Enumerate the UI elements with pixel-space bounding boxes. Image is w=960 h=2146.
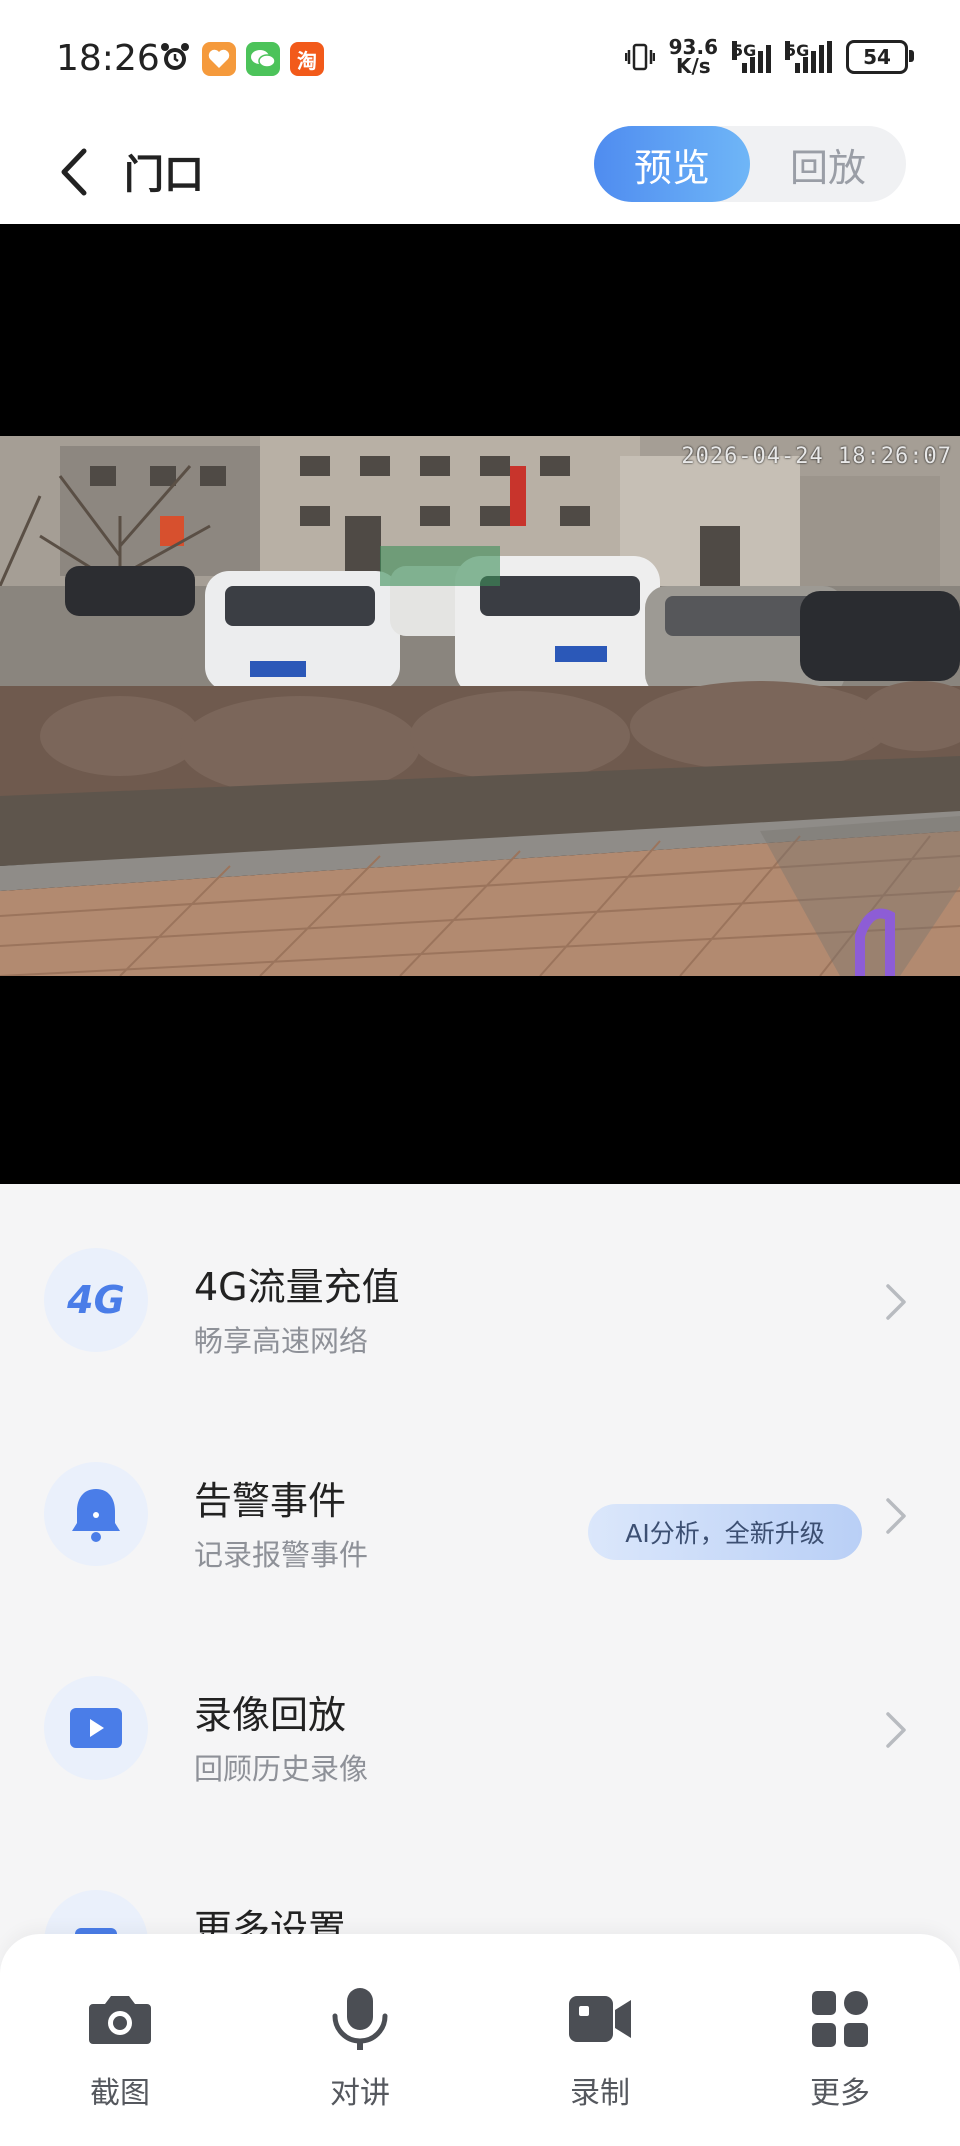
- wechat-icon: [246, 42, 280, 76]
- battery-level: 54: [863, 45, 891, 69]
- vibrate-icon: [624, 41, 655, 73]
- page-title: 门口: [124, 152, 204, 198]
- list-item-recording-playback[interactable]: 录像回放 回顾历史录像: [0, 1612, 960, 1812]
- signal-strength-icon: 5G: [732, 41, 771, 73]
- screenshot-label: 截图: [90, 2076, 150, 2111]
- talk-button[interactable]: 对讲: [290, 1984, 430, 2124]
- sim1-label: 5G: [732, 41, 757, 60]
- alarm-clock-icon: [158, 40, 192, 78]
- chevron-left-icon: [61, 148, 87, 196]
- list-item-title: 4G流量充值: [194, 1265, 400, 1309]
- record-button[interactable]: 录制: [530, 1984, 670, 2124]
- bottom-toolbar: 截图 对讲 录制 更多: [0, 1934, 960, 2146]
- 4g-icon: 4G: [44, 1248, 148, 1352]
- list-item-title: 告警事件: [194, 1479, 347, 1523]
- chevron-right-icon: [886, 1284, 906, 1320]
- status-bar: 18:26 淘 93.6 K/s 5G 5G 54: [0, 0, 960, 120]
- network-speed: 93.6 K/s: [669, 37, 718, 78]
- microphone-icon: [325, 1984, 395, 2054]
- heart-app-icon: [202, 42, 236, 76]
- list-item-subtitle: 记录报警事件: [194, 1538, 369, 1572]
- network-speed-unit: K/s: [675, 54, 711, 78]
- more-label: 更多: [810, 2076, 870, 2111]
- record-label: 录制: [570, 2076, 630, 2111]
- system-indicators: 93.6 K/s 5G 5G 54: [624, 37, 914, 78]
- live-video-player[interactable]: 2026-04-24 18:26:07: [0, 224, 960, 1184]
- status-time: 18:26: [56, 38, 160, 79]
- list-item-subtitle: 回顾历史录像: [194, 1752, 369, 1786]
- camera-icon: [85, 1984, 155, 2054]
- list-item-alarm-events[interactable]: 告警事件 记录报警事件 AI分析，全新升级: [0, 1398, 960, 1598]
- sim2-label: 5G: [785, 41, 810, 60]
- view-mode-switch: 预览 回放: [594, 126, 906, 202]
- video-record-icon: [565, 1984, 635, 2054]
- grid-icon: [805, 1984, 875, 2054]
- notification-icons: 淘: [158, 40, 324, 78]
- camera-feed-image: 2026-04-24 18:26:07: [0, 436, 960, 976]
- screenshot-button[interactable]: 截图: [50, 1984, 190, 2124]
- 4g-icon-text: 4G: [67, 1278, 125, 1322]
- tab-preview[interactable]: 预览: [594, 126, 750, 202]
- top-navigation: 门口 预览 回放: [0, 120, 960, 224]
- tab-playback[interactable]: 回放: [750, 126, 906, 202]
- list-item-subtitle: 畅享高速网络: [194, 1324, 369, 1358]
- more-button[interactable]: 更多: [770, 1984, 910, 2124]
- list-item-title: 录像回放: [194, 1693, 347, 1737]
- ai-upgrade-badge: AI分析，全新升级: [588, 1504, 862, 1560]
- chevron-right-icon: [886, 1712, 906, 1748]
- battery-icon: 54: [846, 40, 914, 74]
- chevron-right-icon: [886, 1498, 906, 1534]
- talk-label: 对讲: [330, 2076, 390, 2111]
- taobao-icon: 淘: [290, 42, 324, 76]
- play-icon: [44, 1676, 148, 1780]
- bell-icon: [44, 1462, 148, 1566]
- back-button[interactable]: [58, 140, 108, 204]
- video-timestamp: 2026-04-24 18:26:07: [681, 444, 952, 469]
- signal-strength-icon-2: 5G: [785, 41, 832, 73]
- list-item-4g-topup[interactable]: 4G 4G流量充值 畅享高速网络: [0, 1184, 960, 1384]
